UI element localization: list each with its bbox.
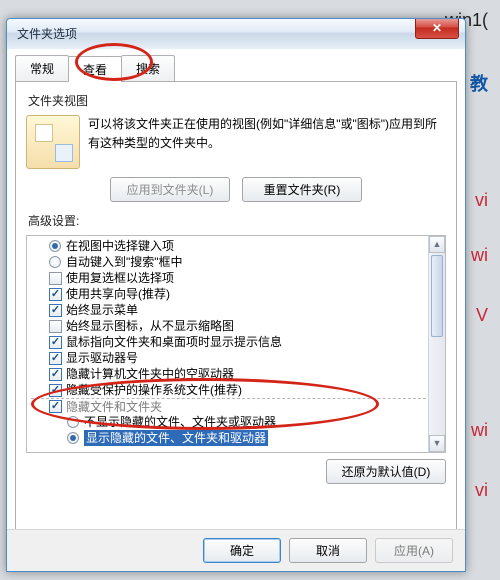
- checkbox-icon: [49, 272, 62, 285]
- option-check[interactable]: 始终显示图标，从不显示缩略图: [31, 318, 441, 334]
- tab-search[interactable]: 搜索: [121, 55, 175, 81]
- bg-text: V: [476, 305, 488, 326]
- option-check[interactable]: 鼠标指向文件夹和桌面项时显示提示信息: [31, 334, 441, 350]
- checkbox-icon: [49, 320, 62, 333]
- option-check[interactable]: 隐藏计算机文件夹中的空驱动器: [31, 366, 441, 382]
- checkbox-icon: [49, 336, 62, 349]
- option-label: 不显示隐藏的文件、文件夹或驱动器: [84, 414, 276, 430]
- checkbox-icon: [49, 384, 62, 397]
- radio-icon: [67, 416, 79, 428]
- bg-text: wi: [471, 420, 488, 441]
- option-label: 自动键入到"搜索"框中: [66, 254, 183, 270]
- option-label: 显示驱动器号: [66, 350, 138, 366]
- radio-icon: [49, 256, 61, 268]
- restore-defaults-button[interactable]: 还原为默认值(D): [326, 459, 446, 484]
- option-check[interactable]: 隐藏受保护的操作系统文件(推荐): [31, 382, 441, 398]
- ok-button[interactable]: 确定: [203, 538, 281, 563]
- section-advanced: 高级设置:: [28, 212, 446, 229]
- option-check[interactable]: 显示驱动器号: [31, 350, 441, 366]
- view-panel: 文件夹视图 可以将该文件夹正在使用的视图(例如"详细信息"或"图标")应用到所有…: [15, 82, 457, 544]
- dialog-footer: 确定 取消 应用(A): [7, 529, 465, 571]
- radio-icon: [49, 240, 61, 252]
- option-label: 隐藏文件和文件夹: [66, 399, 162, 415]
- tab-view[interactable]: 查看: [68, 56, 122, 82]
- scroll-thumb[interactable]: [431, 255, 443, 337]
- option-label: 始终显示菜单: [66, 302, 138, 318]
- option-check[interactable]: 使用共享向导(推荐): [31, 286, 441, 302]
- option-radio[interactable]: 自动键入到"搜索"框中: [31, 254, 441, 270]
- folder-options-dialog: 文件夹选项 ✕ 常规 查看 搜索 文件夹视图 可以将该文件夹正在使用的视图(例如…: [6, 18, 466, 572]
- option-radio[interactable]: 显示隐藏的文件、文件夹和驱动器: [31, 430, 441, 446]
- folder-view-desc: 可以将该文件夹正在使用的视图(例如"详细信息"或"图标")应用到所有这种类型的文…: [88, 115, 446, 169]
- section-folder-view: 文件夹视图: [28, 92, 446, 109]
- scroll-up-icon[interactable]: ▲: [429, 236, 445, 253]
- advanced-settings-list[interactable]: 在视图中选择键入项自动键入到"搜索"框中使用复选框以选择项使用共享向导(推荐)始…: [26, 235, 446, 453]
- bg-text: vi: [475, 190, 488, 211]
- tab-strip: 常规 查看 搜索: [15, 55, 457, 82]
- apply-to-folders-button[interactable]: 应用到文件夹(L): [110, 177, 230, 202]
- reset-folders-button[interactable]: 重置文件夹(R): [242, 177, 362, 202]
- bg-text: 教: [470, 70, 488, 96]
- checkbox-icon: [49, 304, 62, 317]
- folder-view-icon: [26, 115, 80, 169]
- bg-text: vi: [475, 480, 488, 501]
- checkbox-icon: [49, 368, 62, 381]
- option-label: 使用共享向导(推荐): [66, 286, 170, 302]
- option-label: 使用复选框以选择项: [66, 270, 174, 286]
- bg-text: wi: [471, 245, 488, 266]
- scroll-down-icon[interactable]: ▼: [429, 435, 445, 452]
- titlebar[interactable]: 文件夹选项 ✕: [7, 19, 465, 49]
- checkbox-icon: [49, 288, 62, 301]
- option-label: 隐藏计算机文件夹中的空驱动器: [66, 366, 234, 382]
- checkbox-icon: [49, 352, 62, 365]
- option-label: 隐藏受保护的操作系统文件(推荐): [66, 382, 242, 398]
- option-radio[interactable]: 不显示隐藏的文件、文件夹或驱动器: [31, 414, 441, 430]
- dialog-title: 文件夹选项: [17, 27, 77, 41]
- option-label: 在视图中选择键入项: [66, 238, 174, 254]
- option-check[interactable]: 使用复选框以选择项: [31, 270, 441, 286]
- checkbox-icon: [49, 400, 62, 413]
- radio-icon: [67, 432, 79, 444]
- close-button[interactable]: ✕: [415, 19, 459, 39]
- apply-button[interactable]: 应用(A): [375, 538, 453, 563]
- scrollbar-vertical[interactable]: ▲ ▼: [428, 236, 445, 452]
- option-check[interactable]: 始终显示菜单: [31, 302, 441, 318]
- close-icon: ✕: [432, 21, 442, 35]
- option-label: 始终显示图标，从不显示缩略图: [66, 318, 234, 334]
- option-label: 显示隐藏的文件、文件夹和驱动器: [84, 430, 268, 446]
- cancel-button[interactable]: 取消: [289, 538, 367, 563]
- option-label: 鼠标指向文件夹和桌面项时显示提示信息: [66, 334, 282, 350]
- option-radio[interactable]: 在视图中选择键入项: [31, 238, 441, 254]
- tab-general[interactable]: 常规: [15, 55, 69, 81]
- option-check[interactable]: 隐藏文件和文件夹: [31, 398, 441, 414]
